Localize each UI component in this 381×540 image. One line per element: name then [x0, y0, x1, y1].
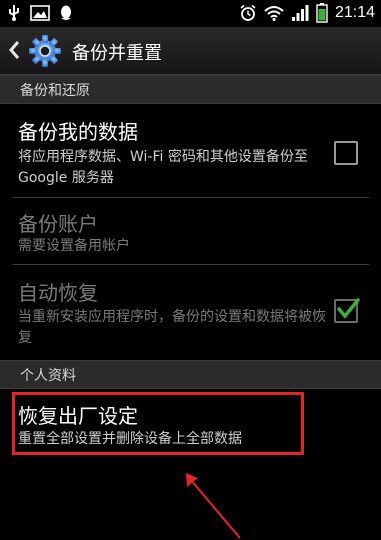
- usb-icon: [9, 5, 19, 21]
- pref-title: 自动恢复: [18, 281, 98, 305]
- pref-summary: 将应用程序数据、Wi-Fi 密码和其他设置备份至 Google 服务器: [18, 149, 308, 186]
- battery-icon: [316, 3, 328, 23]
- settings-gear-icon[interactable]: [28, 34, 62, 68]
- system-icons: 21:14: [239, 3, 375, 23]
- wifi-icon: [264, 6, 284, 21]
- image-icon: [30, 5, 50, 21]
- qq-icon: [61, 5, 71, 20]
- section-header-label: 备份和还原: [20, 83, 90, 99]
- pref-backup-my-data[interactable]: 备份我的数据 将应用程序数据、Wi-Fi 密码和其他设置备份至 Google 服…: [0, 103, 381, 198]
- section-header-personal-data: 个人资料: [0, 360, 381, 389]
- pref-title: 备份我的数据: [18, 120, 138, 144]
- checkmark-icon: [337, 298, 360, 319]
- pref-backup-account[interactable]: 备份账户 需要设置备用帐户: [0, 198, 381, 263]
- pref-summary: 当重新安装应用程序时，备份的设置和数据将被恢复: [18, 309, 326, 346]
- alarm-icon: [240, 4, 256, 21]
- page-title: 备份并重置: [72, 43, 162, 64]
- annotation-highlight-box: [12, 392, 304, 455]
- pref-auto-restore[interactable]: 自动恢复 当重新安装应用程序时，备份的设置和数据将被恢复: [0, 265, 381, 360]
- annotation-arrow-icon: [186, 473, 241, 539]
- section-header-label: 个人资料: [20, 368, 76, 384]
- notification-icons: [6, 4, 74, 22]
- back-chevron-icon[interactable]: [8, 40, 20, 60]
- status-time: 21:14: [334, 4, 375, 21]
- backup-data-checkbox[interactable]: [334, 141, 358, 165]
- status-bar: 21:14: [0, 0, 381, 27]
- pref-title: 备份账户: [18, 212, 98, 236]
- signal-icon: [291, 5, 309, 21]
- auto-restore-checkbox[interactable]: [334, 298, 360, 323]
- pref-summary: 需要设置备用帐户: [18, 238, 130, 254]
- section-header-backup-restore: 备份和还原: [0, 75, 381, 104]
- action-bar: 备份并重置: [0, 27, 381, 75]
